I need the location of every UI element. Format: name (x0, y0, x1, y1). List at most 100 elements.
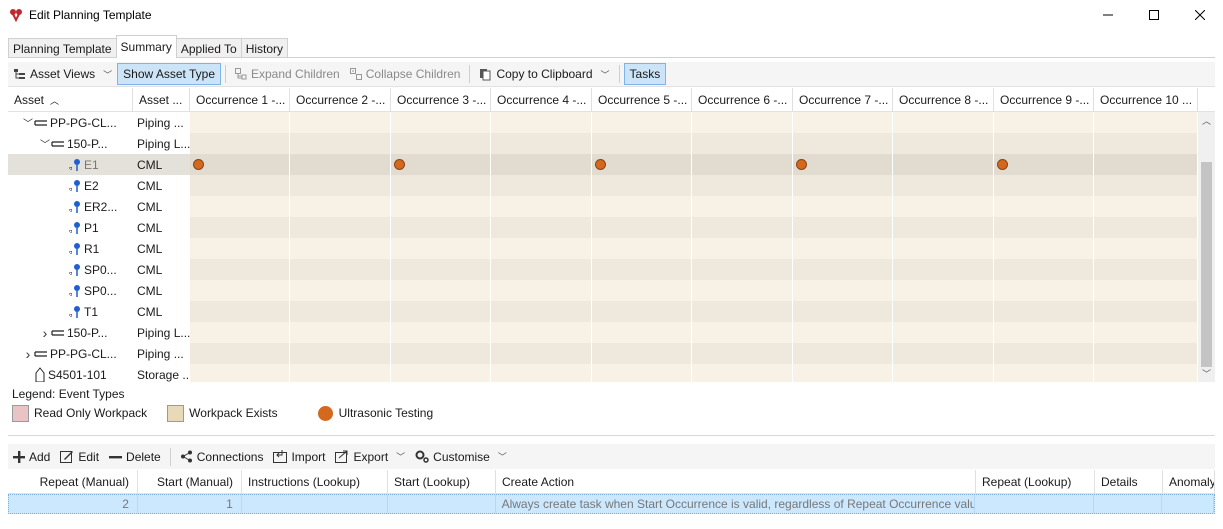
occurrence-cell[interactable] (190, 112, 290, 133)
cell-start-manual[interactable]: 1 (138, 495, 242, 513)
occurrence-cell[interactable] (1094, 364, 1198, 382)
occurrence-cell[interactable] (491, 238, 592, 259)
export-dropdown[interactable]: Export ﹀ (330, 446, 410, 468)
occurrence-cell[interactable] (692, 259, 793, 280)
occurrence-cell[interactable] (290, 322, 391, 343)
tab-applied-to[interactable]: Applied To (175, 38, 242, 58)
occurrence-cell[interactable] (692, 343, 793, 364)
occurrence-cell[interactable] (190, 280, 290, 301)
occurrence-cell[interactable] (1094, 217, 1198, 238)
table-row[interactable]: SP0... CML (8, 259, 1198, 280)
cell-asset-type[interactable]: CML (133, 196, 190, 217)
asset-views-dropdown[interactable]: Asset Views ﹀ (8, 63, 117, 85)
occurrence-cell[interactable] (290, 112, 391, 133)
occurrence-cell[interactable] (592, 217, 692, 238)
occurrence-cell[interactable] (592, 154, 692, 175)
tab-planning-template[interactable]: Planning Template (8, 38, 117, 58)
occurrence-cell[interactable] (994, 175, 1094, 196)
occurrence-cell[interactable] (793, 280, 893, 301)
occurrence-cell[interactable] (893, 301, 994, 322)
occurrence-cell[interactable] (190, 343, 290, 364)
occurrence-cell[interactable] (592, 301, 692, 322)
column-header-occurrence-1[interactable]: Occurrence 1 -... (190, 88, 290, 112)
chevron-down-icon[interactable]: ﹀ (22, 115, 34, 130)
cell-asset-type[interactable]: Storage ... (133, 364, 190, 382)
occurrence-cell[interactable] (793, 322, 893, 343)
import-button[interactable]: Import (268, 446, 330, 468)
occurrence-cell[interactable] (793, 343, 893, 364)
column-header-anomaly[interactable]: Anomaly (1163, 470, 1215, 494)
cell-asset-type[interactable]: Piping L... (133, 322, 190, 343)
cell-asset-type[interactable]: CML (133, 301, 190, 322)
occurrence-cell[interactable] (793, 196, 893, 217)
connections-button[interactable]: Connections (175, 446, 269, 468)
occurrence-cell[interactable] (391, 196, 491, 217)
occurrence-cell[interactable] (793, 238, 893, 259)
occurrence-cell[interactable] (592, 238, 692, 259)
edit-button[interactable]: Edit (55, 446, 104, 468)
table-row[interactable]: ﹀ 150-P... Piping L... (8, 133, 1198, 154)
occurrence-cell[interactable] (893, 238, 994, 259)
chevron-down-icon[interactable]: ﹀ (39, 136, 51, 151)
occurrence-cell[interactable] (893, 196, 994, 217)
column-header-occurrence-9[interactable]: Occurrence 9 -... (994, 88, 1094, 112)
cell-asset[interactable]: R1 (8, 238, 133, 259)
occurrence-cell[interactable] (290, 196, 391, 217)
cell-repeat-manual[interactable]: 2 (9, 495, 138, 513)
table-row[interactable]: T1 CML (8, 301, 1198, 322)
occurrence-cell[interactable] (994, 301, 1094, 322)
occurrence-cell[interactable] (692, 322, 793, 343)
occurrence-cell[interactable] (1094, 112, 1198, 133)
chevron-right-icon[interactable]: › (39, 325, 51, 341)
occurrence-cell[interactable] (893, 364, 994, 382)
occurrence-cell[interactable] (491, 112, 592, 133)
collapse-children-button[interactable]: Collapse Children (345, 63, 466, 85)
occurrence-cell[interactable] (994, 196, 1094, 217)
column-header-occurrence-4[interactable]: Occurrence 4 -... (491, 88, 592, 112)
cell-start-lookup[interactable] (388, 495, 496, 513)
column-header-repeat-manual[interactable]: Repeat (Manual) (8, 470, 138, 494)
occurrence-cell[interactable] (1094, 196, 1198, 217)
occurrence-cell[interactable] (893, 343, 994, 364)
occurrence-cell[interactable] (893, 217, 994, 238)
occurrence-cell[interactable] (290, 280, 391, 301)
occurrence-cell[interactable] (994, 364, 1094, 382)
occurrence-cell[interactable] (994, 343, 1094, 364)
cell-asset[interactable]: T1 (8, 301, 133, 322)
occurrence-cell[interactable] (290, 154, 391, 175)
occurrence-cell[interactable] (893, 322, 994, 343)
occurrence-cell[interactable] (793, 301, 893, 322)
occurrence-cell[interactable] (793, 364, 893, 382)
occurrence-cell[interactable] (491, 196, 592, 217)
expand-children-button[interactable]: Expand Children (230, 63, 345, 85)
column-header-occurrence-8[interactable]: Occurrence 8 -... (893, 88, 994, 112)
occurrence-cell[interactable] (290, 133, 391, 154)
occurrence-cell[interactable] (994, 112, 1094, 133)
cell-asset[interactable]: SP0... (8, 280, 133, 301)
occurrence-cell[interactable] (994, 238, 1094, 259)
cell-asset-type[interactable]: CML (133, 238, 190, 259)
cell-asset[interactable]: › PP-PG-CL... (8, 343, 133, 364)
column-header-occurrence-3[interactable]: Occurrence 3 -... (391, 88, 491, 112)
occurrence-cell[interactable] (391, 112, 491, 133)
occurrence-cell[interactable] (491, 364, 592, 382)
occurrence-cell[interactable] (692, 217, 793, 238)
occurrence-cell[interactable] (391, 364, 491, 382)
occurrence-cell[interactable] (491, 301, 592, 322)
occurrence-cell[interactable] (592, 175, 692, 196)
occurrence-cell[interactable] (290, 238, 391, 259)
occurrence-cell[interactable] (391, 280, 491, 301)
occurrence-cell[interactable] (190, 133, 290, 154)
cell-asset-type[interactable]: CML (133, 217, 190, 238)
occurrence-cell[interactable] (491, 280, 592, 301)
occurrence-cell[interactable] (1094, 175, 1198, 196)
cell-asset-type[interactable]: Piping L... (133, 133, 190, 154)
cell-asset[interactable]: E2 (8, 175, 133, 196)
cell-asset[interactable]: S4501-101 (8, 364, 133, 382)
occurrence-cell[interactable] (491, 217, 592, 238)
scroll-down-icon[interactable]: ﹀ (1198, 365, 1215, 382)
occurrence-cell[interactable] (893, 112, 994, 133)
table-row[interactable]: › 150-P... Piping L... (8, 322, 1198, 343)
ultrasonic-testing-event-marker[interactable] (595, 159, 606, 170)
occurrence-cell[interactable] (491, 133, 592, 154)
